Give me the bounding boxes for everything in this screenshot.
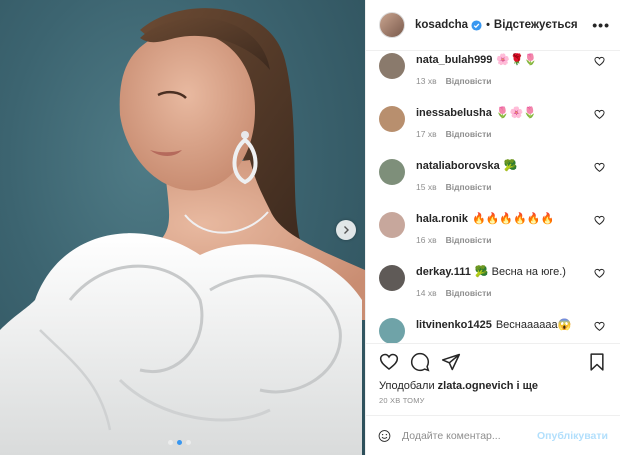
verified-badge-icon	[471, 19, 482, 31]
bookmark-icon[interactable]	[587, 352, 607, 372]
commenter-avatar[interactable]	[379, 265, 405, 291]
author-username[interactable]: kosadcha	[415, 19, 468, 31]
carousel-next-button[interactable]	[336, 220, 356, 240]
commenter-avatar[interactable]	[379, 212, 405, 238]
like-heart-icon[interactable]	[379, 352, 399, 372]
reply-button[interactable]: Відповісти	[446, 129, 492, 139]
comment-time: 17 хв	[416, 129, 437, 139]
comment-text: 🥦	[503, 160, 518, 172]
header-separator: •	[486, 19, 490, 31]
commenter-username[interactable]: hala.ronik	[416, 213, 468, 225]
commenter-avatar[interactable]	[379, 159, 405, 185]
post-actions	[366, 343, 620, 379]
comment-body: nataliaborovska 🥦 15 хв Відповісти	[416, 159, 517, 212]
commenter-username[interactable]: litvinenko1425	[416, 319, 492, 331]
comment-line: inessabelusha 🌷🌸🌷	[416, 106, 537, 120]
comment-item: hala.ronik 🔥🔥🔥🔥🔥🔥 16 хв Відповісти	[379, 212, 620, 265]
comment-time: 16 хв	[416, 235, 437, 245]
reply-button[interactable]: Відповісти	[446, 235, 492, 245]
reply-button[interactable]: Відповісти	[446, 76, 492, 86]
comment-body: inessabelusha 🌷🌸🌷 17 хв Відповісти	[416, 106, 537, 159]
likes-summary: Уподобали zlata.ognevich і ще	[366, 379, 620, 393]
chevron-right-icon	[344, 226, 349, 234]
commenter-username[interactable]: derkay.111	[416, 266, 471, 278]
commenter-avatar[interactable]	[379, 106, 405, 132]
comment-meta: 16 хв Відповісти	[416, 235, 554, 245]
commenter-username[interactable]: nataliaborovska	[416, 160, 500, 172]
comment-line: litvinenko1425 Веснаааааа😱	[416, 318, 571, 332]
carousel-dot	[186, 440, 191, 445]
portrait-illustration	[0, 8, 365, 455]
post-sidebar: kosadcha • Відстежується ••• nata_bulah9…	[365, 0, 620, 455]
carousel-indicator	[168, 440, 191, 445]
instagram-post: kosadcha • Відстежується ••• nata_bulah9…	[0, 0, 620, 455]
comment-meta: 15 хв Відповісти	[416, 182, 517, 192]
publish-comment-button[interactable]: Опублікувати	[537, 430, 608, 442]
more-options-button[interactable]: •••	[592, 17, 610, 33]
reply-button[interactable]: Відповісти	[446, 182, 492, 192]
comment-meta: 14 хв Відповісти	[416, 288, 566, 298]
commenter-avatar[interactable]	[379, 318, 405, 343]
comment-item: nataliaborovska 🥦 15 хв Відповісти	[379, 159, 620, 212]
comment-body: derkay.111 🥦 Весна на юге.) 14 хв Відповіст…	[416, 265, 566, 318]
share-paper-plane-icon[interactable]	[441, 352, 461, 372]
commenter-avatar[interactable]	[379, 53, 405, 79]
comment-bubble-icon[interactable]	[410, 352, 430, 372]
post-timestamp: 20 ХВ ТОМУ	[379, 396, 425, 405]
comment-like-heart-icon[interactable]	[594, 215, 605, 226]
comment-line: nata_bulah999 🌸🌹🌷	[416, 53, 538, 67]
emoji-smiley-icon[interactable]	[378, 427, 391, 445]
comment-body: litvinenko1425 Веснаааааа😱	[416, 318, 571, 343]
comment-text: 🥦 Весна на юге.)	[474, 266, 566, 278]
post-header: kosadcha • Відстежується •••	[366, 0, 620, 51]
comment-item: derkay.111 🥦 Весна на юге.) 14 хв Відповіст…	[379, 265, 620, 318]
comment-item: inessabelusha 🌷🌸🌷 17 хв Відповісти	[379, 106, 620, 159]
liker-username[interactable]: zlata.ognevich	[438, 380, 514, 392]
comment-like-heart-icon[interactable]	[594, 56, 605, 67]
comment-line: hala.ronik 🔥🔥🔥🔥🔥🔥	[416, 212, 554, 226]
reply-button[interactable]: Відповісти	[446, 288, 492, 298]
comment-body: nata_bulah999 🌸🌹🌷 13 хв Відповісти	[416, 53, 538, 106]
comment-like-heart-icon[interactable]	[594, 321, 605, 332]
comment-time: 14 хв	[416, 288, 437, 298]
comment-meta: 13 хв Відповісти	[416, 76, 538, 86]
comment-like-heart-icon[interactable]	[594, 162, 605, 173]
comment-time: 15 хв	[416, 182, 437, 192]
comment-body: hala.ronik 🔥🔥🔥🔥🔥🔥 16 хв Відповісти	[416, 212, 554, 265]
commenter-username[interactable]: inessabelusha	[416, 107, 492, 119]
comment-text: 🌸🌹🌷	[496, 54, 538, 66]
comment-text: 🔥🔥🔥🔥🔥🔥	[471, 213, 555, 225]
author-avatar[interactable]	[379, 12, 405, 38]
comments-list[interactable]: nata_bulah999 🌸🌹🌷 13 хв Відповісти inessabel…	[366, 51, 620, 343]
comment-line: nataliaborovska 🥦	[416, 159, 517, 173]
comment-line: derkay.111 🥦 Весна на юге.)	[416, 265, 566, 279]
carousel-dot	[168, 440, 173, 445]
comment-text: Веснаааааа😱	[495, 319, 572, 331]
post-photo[interactable]	[0, 0, 365, 455]
comment-input[interactable]	[401, 429, 537, 442]
comment-item: litvinenko1425 Веснаааааа😱	[379, 318, 620, 343]
comment-meta: 17 хв Відповісти	[416, 129, 537, 139]
comment-time: 13 хв	[416, 76, 437, 86]
likes-prefix: Уподобали	[379, 380, 435, 392]
following-button[interactable]: Відстежується	[494, 19, 578, 31]
comment-like-heart-icon[interactable]	[594, 268, 605, 279]
comment-text: 🌷🌸🌷	[495, 107, 537, 119]
comment-like-heart-icon[interactable]	[594, 109, 605, 120]
likes-more-link[interactable]: і ще	[517, 380, 539, 392]
commenter-username[interactable]: nata_bulah999	[416, 54, 492, 66]
carousel-dot-active	[177, 440, 182, 445]
comment-item: nata_bulah999 🌸🌹🌷 13 хв Відповісти	[379, 53, 620, 106]
add-comment-bar: Опублікувати	[366, 415, 620, 455]
